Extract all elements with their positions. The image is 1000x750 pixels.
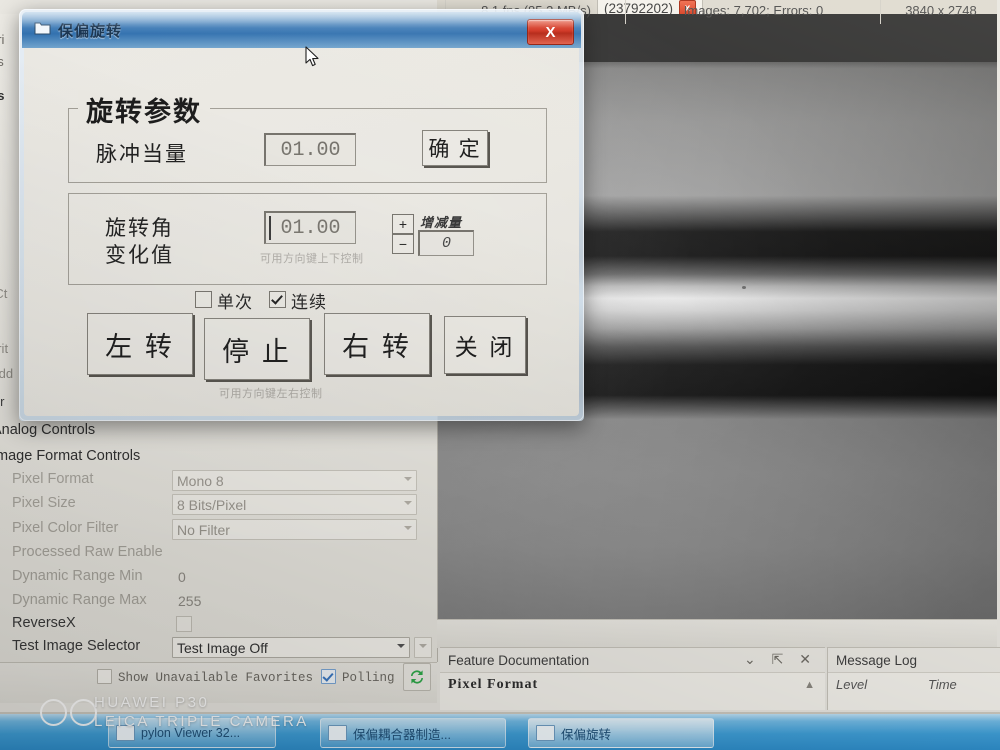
folder-icon (34, 22, 51, 35)
label-pulse-equivalent: 脉冲当量 (96, 142, 188, 166)
chevron-down-icon (404, 477, 412, 481)
column-header-time[interactable]: Time (928, 677, 957, 692)
tree-group-image-format-controls[interactable]: Image Format Controls (0, 448, 140, 464)
row-label-test-image-selector: Test Image Selector (12, 638, 141, 654)
panel-body-message-log: Level Time (828, 672, 1000, 710)
panel-title-message-log: Message Log (836, 652, 918, 668)
window-icon (536, 725, 555, 741)
chevron-down-icon (404, 501, 412, 505)
taskbar-label-rotation: 保偏旋转 (561, 727, 612, 742)
taskbar-label-coupler: 保偏耦合器制造... (353, 727, 451, 742)
row-value-dynamic-range-max: 255 (178, 593, 202, 609)
label-rotation-angle-line2: 变化值 (105, 243, 174, 267)
checkbox-single[interactable] (195, 291, 212, 308)
mouse-cursor (305, 46, 319, 67)
edge-fragment-1: as (0, 54, 4, 69)
combo-pixel-size-value: 8 Bits/Pixel (177, 496, 247, 513)
confirm-button[interactable]: 确 定 (422, 130, 488, 166)
label-single: 单次 (217, 293, 253, 312)
stop-button[interactable]: 停 止 (204, 318, 310, 380)
combo-pixel-color-filter-value: No Filter (177, 521, 230, 538)
row-label-pixel-color-filter: Pixel Color Filter (12, 520, 119, 536)
edge-fragment-7: Add (0, 366, 14, 381)
taskbar-item-rotation-app[interactable]: 保偏旋转 (528, 718, 714, 748)
edge-fragment-0: eri (0, 32, 5, 47)
fiber-defect-spot (742, 286, 746, 289)
combo-test-image-selector-value: Test Image Off (177, 639, 268, 656)
combo-test-image-selector[interactable]: Test Image Off (172, 637, 410, 658)
close-button[interactable]: 关 闭 (444, 316, 526, 374)
hint-arrow-keys-horizontal: 可用方向键左右控制 (219, 388, 323, 400)
tree-group-analog-controls[interactable]: Analog Controls (0, 422, 95, 438)
taskbar-item-coupler-app[interactable]: 保偏耦合器制造... (320, 718, 506, 748)
input-pulse-equivalent[interactable]: 01.00 (264, 133, 356, 166)
stepper-up-button[interactable]: + (392, 214, 414, 234)
camera-watermark: HUAWEI P30 LEICA TRIPLE CAMERA (94, 693, 309, 731)
label-polling: Polling (342, 671, 395, 685)
dialog-title-bar[interactable]: 保偏旋转 X (22, 12, 581, 48)
dialog-title: 保偏旋转 (58, 23, 123, 40)
label-rotation-angle-line1: 旋转角 (105, 216, 174, 240)
chevron-down-icon (397, 644, 405, 648)
label-continuous: 连续 (291, 293, 327, 312)
chevron-down-icon (404, 526, 412, 530)
label-show-unavailable-favorites: Show Unavailable Favorites (118, 671, 314, 685)
edge-fragment-4: (Ct (0, 286, 8, 301)
chevron-down-icon (419, 644, 427, 648)
status-bar (437, 619, 997, 648)
text-caret (269, 216, 271, 240)
input-rotation-angle-change[interactable]: 01.00 (264, 211, 356, 244)
rotate-left-button[interactable]: 左 转 (87, 313, 193, 375)
rotate-right-button[interactable]: 右 转 (324, 313, 430, 375)
row-label-dynamic-range-max: Dynamic Range Max (12, 592, 147, 608)
watermark-line-2: LEICA TRIPLE CAMERA (94, 713, 309, 730)
status-resolution: 3840 x 2748 (880, 0, 1000, 24)
column-header-level[interactable]: Level (836, 677, 867, 692)
input-rotation-angle-value: 01.00 (280, 216, 341, 240)
status-images-errors: Images: 7,702; Errors: 0 (625, 0, 881, 24)
hint-arrow-keys-vertical: 可用方向键上下控制 (260, 253, 364, 265)
stepper-increment-decrement[interactable]: + − (392, 214, 414, 254)
edge-fragment-6: orit (0, 341, 9, 356)
dialog-close-button[interactable]: X (527, 19, 574, 45)
row-label-pixel-format: Pixel Format (12, 471, 94, 487)
window-icon (328, 725, 347, 741)
row-value-dynamic-range-min: 0 (178, 569, 186, 585)
label-rotation-angle-change: 旋转角 变化值 (92, 215, 187, 269)
refresh-icon[interactable] (403, 663, 431, 691)
checkbox-polling[interactable] (321, 669, 336, 684)
combo-pixel-format-value: Mono 8 (177, 472, 224, 489)
group-title-rotation-parameters: 旋转参数 (78, 90, 210, 129)
combo-pixel-color-filter[interactable]: No Filter (172, 519, 417, 540)
row-label-reversex: ReverseX (12, 615, 76, 631)
screenshot-root: (23792202) x eri as as s (Ct e orit Add … (0, 0, 1000, 750)
row-label-processed-raw-enable: Processed Raw Enable (12, 544, 163, 560)
checkbox-continuous[interactable] (269, 291, 286, 308)
watermark-line-1: HUAWEI P30 (94, 694, 210, 711)
scroll-up-icon[interactable]: ▲ (804, 679, 815, 691)
leica-circles-icon (40, 699, 100, 731)
row-label-dynamic-range-min: Dynamic Range Min (12, 568, 143, 584)
panel-window-controls[interactable]: ⌄ ⇱ ✕ (744, 651, 817, 668)
panel-body-feature-documentation: Pixel Format ▲ (440, 672, 825, 710)
label-step-amount: 增减量 (420, 215, 463, 230)
stepper-down-button[interactable]: − (392, 234, 414, 254)
checkbox-reversex[interactable] (176, 616, 192, 632)
panel-title-feature-documentation: Feature Documentation (448, 652, 590, 668)
edge-fragment-2: as (0, 88, 5, 103)
edge-fragment-8: ler (0, 394, 5, 409)
rotation-dialog[interactable]: 保偏旋转 X 旋转参数 脉冲当量 01.00 确 定 旋转角 变化值 01.00… (19, 9, 584, 421)
row-label-pixel-size: Pixel Size (12, 495, 76, 511)
panel-message-log: Message Log Level Time (827, 647, 1000, 710)
combo-pixel-format[interactable]: Mono 8 (172, 470, 417, 491)
combo-pixel-size[interactable]: 8 Bits/Pixel (172, 494, 417, 515)
input-step-amount[interactable]: 0 (418, 230, 474, 256)
panel-feature-documentation: Feature Documentation ⌄ ⇱ ✕ Pixel Format… (440, 647, 825, 710)
combo-test-image-selector-extra[interactable] (414, 637, 432, 658)
doc-heading-pixel-format: Pixel Format (448, 677, 539, 692)
dialog-body: 旋转参数 脉冲当量 01.00 确 定 旋转角 变化值 01.00 可用方向键上… (24, 48, 579, 416)
checkbox-show-unavailable-favorites[interactable] (97, 669, 112, 684)
